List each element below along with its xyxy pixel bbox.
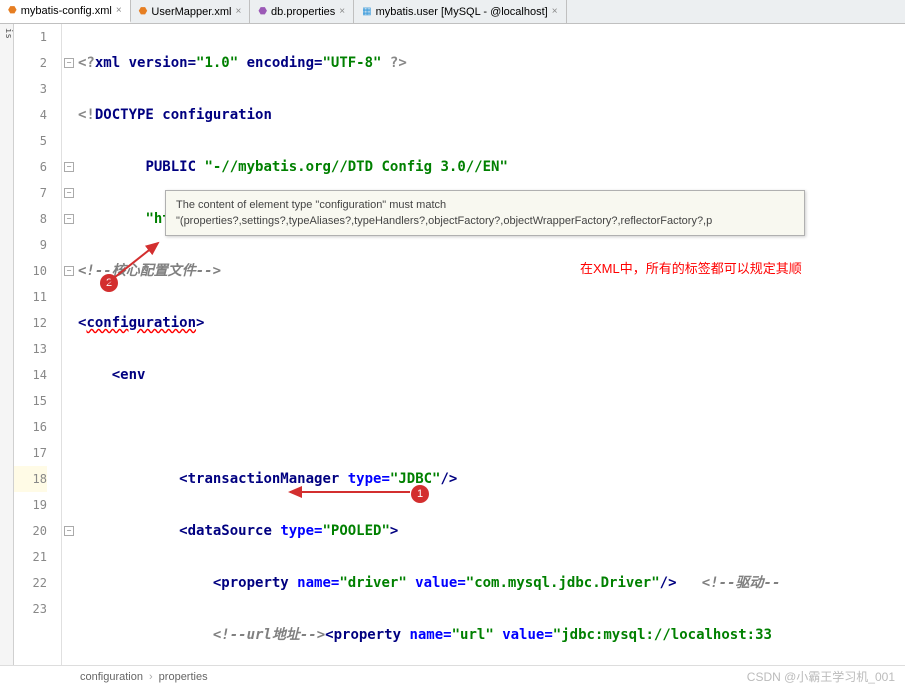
editor: is 1 2 3 4 5 6 7 8 9 10 11 12 13 14 15 1… [0,24,905,665]
line-number: 20 [14,518,47,544]
line-number: 12 [14,310,47,336]
line-number: 7 [14,180,47,206]
configuration-tag: configuration [86,315,196,331]
tab-label: mybatis.user [MySQL - @localhost] [376,6,548,18]
line-gutter: 1 2 3 4 5 6 7 8 9 10 11 12 13 14 15 16 1… [14,24,62,665]
tab-mybatis-config[interactable]: ⬣ mybatis-config.xml × [0,0,131,23]
xml-decl: <? [78,55,95,71]
tooltip-line: The content of element type "configurati… [176,197,794,213]
annotation-red-text: 在XML中，所有的标签都可以规定其顺 [580,258,802,277]
line-number: 2 [14,50,47,76]
breadcrumb-item[interactable]: properties [159,671,208,683]
line-number: 5 [14,128,47,154]
close-icon[interactable]: × [339,6,345,17]
line-number: 14 [14,362,47,388]
fold-toggle[interactable]: − [64,58,74,68]
xml-icon: ⬣ [8,5,17,16]
close-icon[interactable]: × [552,6,558,17]
annotation-badge-1: 1 [411,485,429,503]
tab-label: db.properties [271,6,335,18]
tab-db-properties[interactable]: ⬣ db.properties × [250,0,354,23]
line-number: 11 [14,284,47,310]
chevron-right-icon: › [149,671,153,683]
database-icon: ▦ [362,6,371,17]
line-number: 16 [14,414,47,440]
watermark: CSDN @小霸王学习机_001 [747,668,895,685]
line-number: 19 [14,492,47,518]
line-number: 13 [14,336,47,362]
line-number: 15 [14,388,47,414]
line-number: 3 [14,76,47,102]
line-number: 6 [14,154,47,180]
tab-label: UserMapper.xml [151,6,231,18]
close-icon[interactable]: × [235,6,241,17]
fold-toggle[interactable]: − [64,266,74,276]
tooltip-line: "(properties?,settings?,typeAliases?,typ… [176,213,794,229]
line-number: 21 [14,544,47,570]
close-icon[interactable]: × [116,5,122,16]
annotation-badge-2: 2 [100,274,118,292]
breadcrumb-item[interactable]: configuration [80,671,143,683]
side-panel-label: is [0,24,14,665]
fold-toggle[interactable]: − [64,188,74,198]
code-editor[interactable]: <?xml version="1.0" encoding="UTF-8" ?> … [78,24,905,665]
tab-mybatis-user-db[interactable]: ▦ mybatis.user [MySQL - @localhost] × [354,0,566,23]
line-number: 4 [14,102,47,128]
xml-icon: ⬣ [139,6,148,17]
line-number: 22 [14,570,47,596]
comment: <!--核心配置文件--> [78,263,221,279]
properties-icon: ⬣ [258,6,267,17]
error-tooltip: The content of element type "configurati… [165,190,805,236]
line-number: 1 [14,24,47,50]
line-number: 18 [14,466,47,492]
line-number: 10 [14,258,47,284]
line-number: 17 [14,440,47,466]
fold-column: − − − − − − [62,24,78,665]
line-number: 8 [14,206,47,232]
editor-tabs: ⬣ mybatis-config.xml × ⬣ UserMapper.xml … [0,0,905,24]
fold-toggle[interactable]: − [64,526,74,536]
tab-label: mybatis-config.xml [21,5,112,17]
fold-toggle[interactable]: − [64,214,74,224]
line-number: 9 [14,232,47,258]
fold-toggle[interactable]: − [64,162,74,172]
line-number: 23 [14,596,47,622]
tab-usermapper[interactable]: ⬣ UserMapper.xml × [131,0,251,23]
